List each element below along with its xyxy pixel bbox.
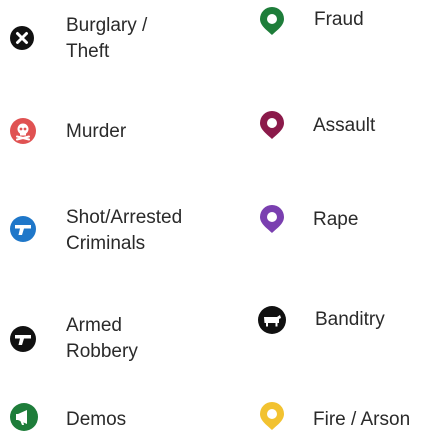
legend-label-armed-line1: Armed — [66, 315, 122, 336]
gun-icon — [10, 216, 36, 242]
legend-label-shot-line2: Criminals — [66, 233, 146, 254]
legend-label-rape: Rape — [313, 209, 359, 230]
skull-icon — [10, 118, 36, 144]
crime-type-legend: Burglary / Theft Fraud Murder Assault Sh… — [0, 0, 431, 437]
megaphone-icon — [10, 403, 38, 431]
legend-label-armed-line2: Robbery — [66, 341, 138, 362]
legend-label-fraud: Fraud — [314, 9, 364, 30]
map-pin-icon — [258, 204, 286, 234]
gun-icon — [10, 326, 36, 352]
legend-label-assault: Assault — [313, 115, 376, 136]
legend-label-burglary-line2: Theft — [66, 41, 110, 62]
cow-icon — [258, 306, 286, 334]
legend-label-banditry: Banditry — [315, 309, 385, 330]
map-pin-icon — [258, 110, 286, 140]
legend-label-fire-arson: Fire / Arson — [313, 409, 411, 430]
legend-label-shot-line1: Shot/Arrested — [66, 207, 183, 228]
legend-label-burglary-line1: Burglary / — [66, 15, 148, 36]
x-circle-icon — [10, 26, 34, 50]
map-pin-icon — [258, 401, 286, 431]
legend-label-murder: Murder — [66, 121, 127, 142]
legend-label-demos: Demos — [66, 409, 127, 430]
map-pin-icon — [258, 6, 286, 36]
